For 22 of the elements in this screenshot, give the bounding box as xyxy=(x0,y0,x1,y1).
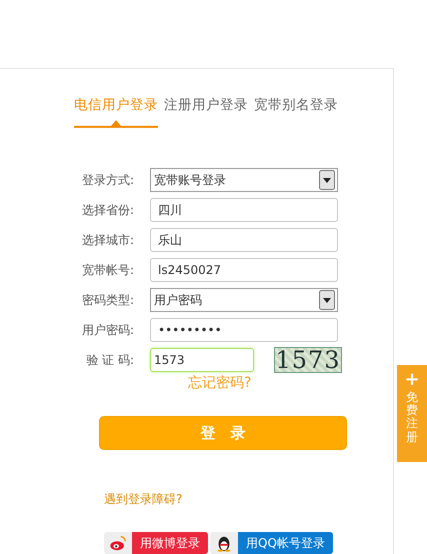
field-label: 选择城市: xyxy=(80,232,135,248)
field-label: 宽带帐号: xyxy=(80,262,135,278)
weibo-icon xyxy=(109,534,127,552)
input-field[interactable]: ••••••••• xyxy=(150,318,338,342)
login-tab[interactable]: 宽带别名登录 xyxy=(254,96,338,128)
penguin-icon xyxy=(215,534,233,552)
tab-indicator-icon xyxy=(74,118,158,128)
field-label: 选择省份: xyxy=(80,202,135,218)
select-field[interactable]: 宽带账号登录 xyxy=(150,168,338,192)
field-label: 密码类型: xyxy=(80,292,135,308)
social-login-button[interactable]: 用QQ帐号登录 xyxy=(210,532,333,554)
field-label: 验 证 码: xyxy=(85,352,135,368)
input-field[interactable]: ls2450027 xyxy=(150,258,338,282)
social-login-button[interactable]: 用微博登录 xyxy=(104,532,208,554)
select-field[interactable]: 用户密码 xyxy=(150,288,338,312)
login-tab[interactable]: 注册用户登录 xyxy=(164,96,248,128)
captcha-field[interactable]: 1573 xyxy=(150,348,254,372)
input-field[interactable]: 四川 xyxy=(150,198,338,222)
captcha-image[interactable]: 1573 xyxy=(274,347,342,373)
field-label: 用户密码: xyxy=(80,322,135,338)
input-field[interactable]: 乐山 xyxy=(150,228,338,252)
field-label: 登录方式: xyxy=(80,172,135,188)
